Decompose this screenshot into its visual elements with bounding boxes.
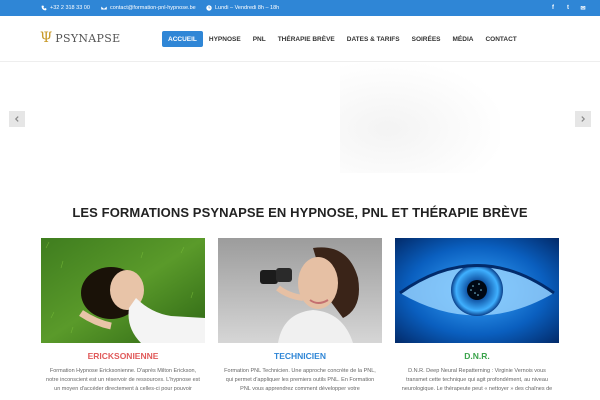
chevron-left-icon <box>14 116 19 122</box>
email-contact[interactable]: contact@formation-pnl-hypnose.be <box>101 0 196 16</box>
hero-slide-image <box>340 63 500 173</box>
section-title: LES FORMATIONS PSYNAPSE EN HYPNOSE, PNL … <box>72 205 528 220</box>
card-image-blue-eye[interactable] <box>395 238 559 343</box>
site-header: Ψ PSYNAPSE ACCUEIL HYPNOSE PNL THÉRAPIE … <box>0 16 600 62</box>
phone-number: +32 2 318 33 00 <box>50 5 90 11</box>
card-description: Formation Hypnose Ericksonienne. D'après… <box>46 368 200 392</box>
facebook-icon[interactable]: f <box>550 5 556 11</box>
main-nav: ACCUEIL HYPNOSE PNL THÉRAPIE BRÈVE DATES… <box>162 31 523 47</box>
card-image-woman-grass[interactable] <box>41 238 205 343</box>
mail-icon[interactable]: ✉ <box>580 5 586 12</box>
nav-item-therapie-breve[interactable]: THÉRAPIE BRÈVE <box>272 31 341 47</box>
formation-card-technicien: TECHNICIEN Formation PNL Technicien. Une… <box>218 238 382 394</box>
card-description: D.N.R. Deep Neural Repatterning : Virgin… <box>401 368 553 392</box>
chevron-right-icon <box>581 116 586 122</box>
card-description: Formation PNL Technicien. Une approche c… <box>224 368 376 392</box>
card-caption[interactable]: TECHNICIEN <box>218 351 382 361</box>
psi-logo-icon: Ψ <box>40 30 53 46</box>
nav-item-soirees[interactable]: SOIRÉES <box>406 31 447 47</box>
slider-next-button[interactable] <box>575 111 591 127</box>
site-logo[interactable]: Ψ PSYNAPSE <box>40 31 120 45</box>
card-caption[interactable]: D.N.R. <box>395 351 559 361</box>
twitter-icon[interactable]: t <box>565 5 571 11</box>
formation-card-ericksonienne: ERICKSONIENNE Formation Hypnose Erickson… <box>41 238 205 394</box>
nav-item-dates-tarifs[interactable]: DATES & TARIFS <box>341 31 406 47</box>
hero-slider <box>0 63 600 173</box>
phone-icon <box>41 5 47 11</box>
phone-contact[interactable]: +32 2 318 33 00 <box>41 0 90 16</box>
email-address: contact@formation-pnl-hypnose.be <box>110 5 196 11</box>
slider-prev-button[interactable] <box>9 111 25 127</box>
hours-text: Lundi – Vendredi 8h – 18h <box>215 5 280 11</box>
formation-card-dnr: D.N.R. D.N.R. Deep Neural Repatterning :… <box>395 238 559 394</box>
card-image-woman-binoculars[interactable] <box>218 238 382 343</box>
logo-text: PSYNAPSE <box>55 31 121 45</box>
top-bar: +32 2 318 33 00 contact@formation-pnl-hy… <box>0 0 600 16</box>
nav-item-contact[interactable]: CONTACT <box>479 31 522 47</box>
social-links: f t ✉ <box>550 0 586 16</box>
card-caption[interactable]: ERICKSONIENNE <box>41 351 205 361</box>
opening-hours: Lundi – Vendredi 8h – 18h <box>206 0 279 16</box>
nav-item-pnl[interactable]: PNL <box>247 31 272 47</box>
nav-item-media[interactable]: MÉDIA <box>447 31 480 47</box>
envelope-icon <box>101 5 107 11</box>
nav-item-accueil[interactable]: ACCUEIL <box>162 31 203 47</box>
clock-icon <box>206 5 212 11</box>
nav-item-hypnose[interactable]: HYPNOSE <box>203 31 247 47</box>
